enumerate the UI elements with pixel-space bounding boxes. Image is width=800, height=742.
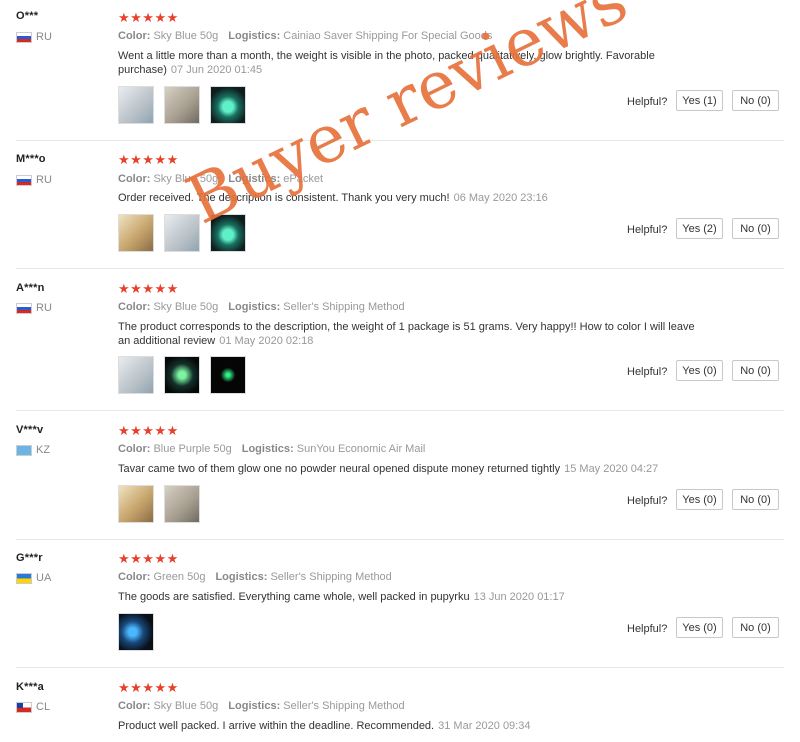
review-meta: Color: Blue Purple 50g Logistics: SunYou … bbox=[118, 443, 426, 455]
review-meta: Color: Sky Blue 50g Logistics: Seller's S… bbox=[118, 301, 405, 313]
reviewer-name: K***a bbox=[16, 681, 44, 693]
color-value: Sky Blue 50g bbox=[153, 30, 219, 42]
logistics-value: Cainiao Saver Shipping For Special Goods bbox=[283, 30, 493, 42]
color-value: Sky Blue 50g bbox=[153, 173, 219, 185]
flag-icon bbox=[16, 572, 32, 584]
star-rating: ★★★★★ bbox=[118, 281, 179, 296]
review-text: Tavar came two of them glow one no powde… bbox=[118, 463, 659, 475]
star-rating: ★★★★★ bbox=[118, 680, 179, 695]
review-photo[interactable] bbox=[210, 214, 246, 252]
divider bbox=[16, 667, 784, 668]
review-text: Product well packed. I arrive within the… bbox=[118, 720, 531, 732]
review-photo[interactable] bbox=[118, 214, 154, 252]
reviewer-country: CL bbox=[16, 701, 50, 713]
color-value: Blue Purple 50g bbox=[153, 443, 232, 455]
reviewer-country: RU bbox=[16, 31, 52, 43]
star-rating: ★★★★★ bbox=[118, 152, 179, 167]
reviewer-name: O*** bbox=[16, 10, 39, 22]
flag-icon bbox=[16, 444, 32, 456]
color-value: Sky Blue 50g bbox=[153, 700, 219, 712]
flag-icon bbox=[16, 174, 32, 186]
divider bbox=[16, 268, 784, 269]
review-photo[interactable] bbox=[118, 613, 154, 651]
reviewer-country: UA bbox=[16, 572, 51, 584]
flag-icon bbox=[16, 31, 32, 43]
helpful-label: Helpful? bbox=[627, 96, 668, 108]
flag-icon bbox=[16, 302, 32, 314]
helpful-no-button[interactable]: No (0) bbox=[732, 617, 779, 638]
review-text: The goods are satisfied. Everything came… bbox=[118, 591, 565, 603]
helpful-label: Helpful? bbox=[627, 224, 668, 236]
helpful-no-button[interactable]: No (0) bbox=[732, 218, 779, 239]
review-photo[interactable] bbox=[164, 214, 200, 252]
review-meta: Color: Green 50g Logistics: Seller's Ship… bbox=[118, 571, 392, 583]
country-code: CL bbox=[36, 701, 51, 713]
review-date: 06 May 2020 23:16 bbox=[453, 192, 548, 204]
helpful-no-button[interactable]: No (0) bbox=[732, 90, 779, 111]
review-meta: Color: Sky Blue 50g Logistics: ePacket bbox=[118, 173, 324, 185]
reviewer-name: V***v bbox=[16, 424, 44, 436]
review-photo[interactable] bbox=[118, 86, 154, 124]
divider bbox=[16, 539, 784, 540]
divider bbox=[16, 410, 784, 411]
logistics-value: Seller's Shipping Method bbox=[283, 301, 405, 313]
country-code: RU bbox=[36, 174, 52, 186]
star-rating: ★★★★★ bbox=[118, 551, 179, 566]
review-photo[interactable] bbox=[118, 485, 154, 523]
logistics-value: SunYou Economic Air Mail bbox=[296, 443, 426, 455]
reviewer-name: M***o bbox=[16, 153, 46, 165]
review-meta: Color: Sky Blue 50g Logistics: Cainiao Sa… bbox=[118, 30, 493, 42]
color-value: Green 50g bbox=[153, 571, 206, 583]
review-text: Order received. The description is consi… bbox=[118, 192, 548, 204]
reviewer-country: RU bbox=[16, 174, 52, 186]
review-text: The product corresponds to the descripti… bbox=[118, 321, 695, 347]
review-date: 01 May 2020 02:18 bbox=[219, 335, 314, 347]
helpful-yes-button[interactable]: Yes (0) bbox=[676, 617, 723, 638]
logistics-value: Seller's Shipping Method bbox=[270, 571, 392, 583]
review-date: 15 May 2020 04:27 bbox=[564, 463, 659, 475]
color-value: Sky Blue 50g bbox=[153, 301, 219, 313]
flag-icon bbox=[16, 701, 32, 713]
divider bbox=[16, 140, 784, 141]
country-code: RU bbox=[36, 302, 52, 314]
star-rating: ★★★★★ bbox=[118, 10, 179, 25]
review-photo[interactable] bbox=[164, 356, 200, 394]
country-code: RU bbox=[36, 31, 52, 43]
helpful-yes-button[interactable]: Yes (2) bbox=[676, 218, 723, 239]
review-date: 07 Jun 2020 01:45 bbox=[170, 64, 263, 76]
review-photo[interactable] bbox=[164, 485, 200, 523]
helpful-label: Helpful? bbox=[627, 495, 668, 507]
review-photo[interactable] bbox=[118, 356, 154, 394]
country-code: UA bbox=[36, 572, 52, 584]
review-date: 31 Mar 2020 09:34 bbox=[438, 720, 531, 732]
logistics-value: ePacket bbox=[283, 173, 324, 185]
helpful-yes-button[interactable]: Yes (0) bbox=[676, 360, 723, 381]
star-rating: ★★★★★ bbox=[118, 423, 179, 438]
helpful-yes-button[interactable]: Yes (0) bbox=[676, 489, 723, 510]
helpful-label: Helpful? bbox=[627, 366, 668, 378]
review-text: Went a little more than a month, the wei… bbox=[118, 50, 655, 76]
helpful-no-button[interactable]: No (0) bbox=[732, 360, 779, 381]
helpful-no-button[interactable]: No (0) bbox=[732, 489, 779, 510]
logistics-value: Seller's Shipping Method bbox=[283, 700, 405, 712]
reviewer-country: RU bbox=[16, 302, 52, 314]
review-photo[interactable] bbox=[210, 86, 246, 124]
reviewer-name: A***n bbox=[16, 282, 45, 294]
country-code: KZ bbox=[36, 444, 51, 456]
review-meta: Color: Sky Blue 50g Logistics: Seller's S… bbox=[118, 700, 405, 712]
review-photo[interactable] bbox=[210, 356, 246, 394]
helpful-label: Helpful? bbox=[627, 623, 668, 635]
reviewer-name: G***r bbox=[16, 552, 43, 564]
helpful-yes-button[interactable]: Yes (1) bbox=[676, 90, 723, 111]
reviewer-country: KZ bbox=[16, 444, 50, 456]
review-date: 13 Jun 2020 01:17 bbox=[473, 591, 565, 603]
review-photo[interactable] bbox=[164, 86, 200, 124]
